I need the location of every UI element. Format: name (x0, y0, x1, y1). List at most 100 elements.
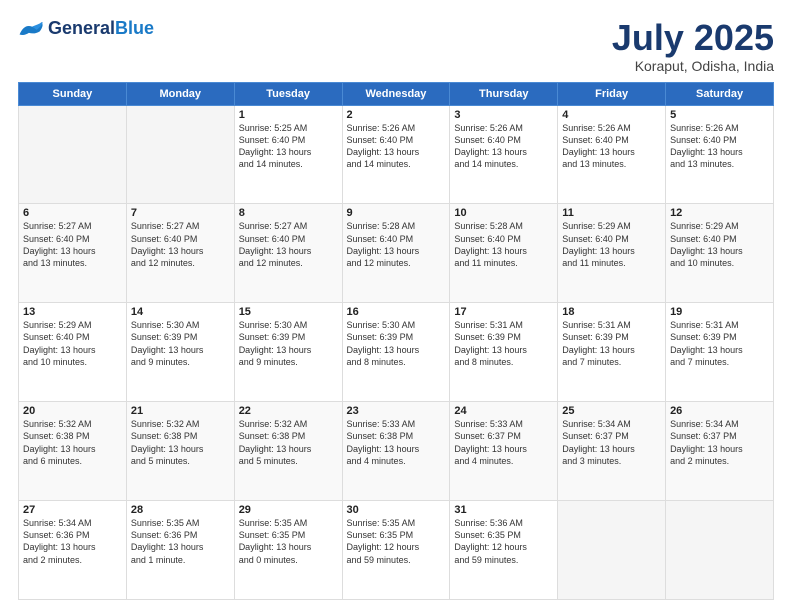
day-info: Sunrise: 5:25 AM Sunset: 6:40 PM Dayligh… (239, 122, 338, 171)
calendar-day-cell: 31Sunrise: 5:36 AM Sunset: 6:35 PM Dayli… (450, 501, 558, 600)
day-info: Sunrise: 5:28 AM Sunset: 6:40 PM Dayligh… (347, 220, 446, 269)
calendar-day-cell (666, 501, 774, 600)
day-info: Sunrise: 5:33 AM Sunset: 6:37 PM Dayligh… (454, 418, 553, 467)
day-number: 16 (347, 306, 446, 318)
calendar-week-row: 1Sunrise: 5:25 AM Sunset: 6:40 PM Daylig… (19, 105, 774, 204)
day-number: 1 (239, 109, 338, 121)
day-info: Sunrise: 5:34 AM Sunset: 6:37 PM Dayligh… (562, 418, 661, 467)
calendar-table: SundayMondayTuesdayWednesdayThursdayFrid… (18, 82, 774, 600)
calendar-day-cell (19, 105, 127, 204)
day-number: 6 (23, 207, 122, 219)
day-number: 12 (670, 207, 769, 219)
month-title: July 2025 (612, 18, 774, 58)
day-number: 3 (454, 109, 553, 121)
day-number: 10 (454, 207, 553, 219)
day-info: Sunrise: 5:26 AM Sunset: 6:40 PM Dayligh… (670, 122, 769, 171)
day-number: 2 (347, 109, 446, 121)
day-info: Sunrise: 5:30 AM Sunset: 6:39 PM Dayligh… (131, 319, 230, 368)
calendar-week-row: 27Sunrise: 5:34 AM Sunset: 6:36 PM Dayli… (19, 501, 774, 600)
calendar-day-cell: 14Sunrise: 5:30 AM Sunset: 6:39 PM Dayli… (126, 303, 234, 402)
day-number: 13 (23, 306, 122, 318)
calendar-header-row: SundayMondayTuesdayWednesdayThursdayFrid… (19, 82, 774, 105)
day-header-wednesday: Wednesday (342, 82, 450, 105)
calendar-week-row: 20Sunrise: 5:32 AM Sunset: 6:38 PM Dayli… (19, 402, 774, 501)
day-number: 17 (454, 306, 553, 318)
day-info: Sunrise: 5:27 AM Sunset: 6:40 PM Dayligh… (131, 220, 230, 269)
day-header-monday: Monday (126, 82, 234, 105)
calendar-week-row: 6Sunrise: 5:27 AM Sunset: 6:40 PM Daylig… (19, 204, 774, 303)
day-info: Sunrise: 5:35 AM Sunset: 6:35 PM Dayligh… (239, 517, 338, 566)
calendar-day-cell: 2Sunrise: 5:26 AM Sunset: 6:40 PM Daylig… (342, 105, 450, 204)
day-number: 29 (239, 504, 338, 516)
day-info: Sunrise: 5:33 AM Sunset: 6:38 PM Dayligh… (347, 418, 446, 467)
day-info: Sunrise: 5:29 AM Sunset: 6:40 PM Dayligh… (562, 220, 661, 269)
location: Koraput, Odisha, India (612, 58, 774, 74)
day-number: 8 (239, 207, 338, 219)
day-number: 25 (562, 405, 661, 417)
day-number: 28 (131, 504, 230, 516)
page: GeneralBlue July 2025 Koraput, Odisha, I… (0, 0, 792, 612)
calendar-day-cell: 26Sunrise: 5:34 AM Sunset: 6:37 PM Dayli… (666, 402, 774, 501)
header: GeneralBlue July 2025 Koraput, Odisha, I… (18, 18, 774, 74)
day-info: Sunrise: 5:32 AM Sunset: 6:38 PM Dayligh… (131, 418, 230, 467)
calendar-day-cell: 11Sunrise: 5:29 AM Sunset: 6:40 PM Dayli… (558, 204, 666, 303)
title-block: July 2025 Koraput, Odisha, India (612, 18, 774, 74)
calendar-day-cell: 27Sunrise: 5:34 AM Sunset: 6:36 PM Dayli… (19, 501, 127, 600)
calendar-day-cell: 15Sunrise: 5:30 AM Sunset: 6:39 PM Dayli… (234, 303, 342, 402)
calendar-day-cell: 4Sunrise: 5:26 AM Sunset: 6:40 PM Daylig… (558, 105, 666, 204)
day-info: Sunrise: 5:26 AM Sunset: 6:40 PM Dayligh… (454, 122, 553, 171)
day-number: 9 (347, 207, 446, 219)
day-info: Sunrise: 5:28 AM Sunset: 6:40 PM Dayligh… (454, 220, 553, 269)
calendar-day-cell: 10Sunrise: 5:28 AM Sunset: 6:40 PM Dayli… (450, 204, 558, 303)
calendar-day-cell: 7Sunrise: 5:27 AM Sunset: 6:40 PM Daylig… (126, 204, 234, 303)
day-number: 11 (562, 207, 661, 219)
day-info: Sunrise: 5:26 AM Sunset: 6:40 PM Dayligh… (347, 122, 446, 171)
day-info: Sunrise: 5:26 AM Sunset: 6:40 PM Dayligh… (562, 122, 661, 171)
calendar-day-cell: 22Sunrise: 5:32 AM Sunset: 6:38 PM Dayli… (234, 402, 342, 501)
logo-blue-text: Blue (115, 18, 154, 38)
day-info: Sunrise: 5:36 AM Sunset: 6:35 PM Dayligh… (454, 517, 553, 566)
logo-bird-icon (18, 20, 46, 38)
calendar-day-cell: 1Sunrise: 5:25 AM Sunset: 6:40 PM Daylig… (234, 105, 342, 204)
day-number: 19 (670, 306, 769, 318)
calendar-day-cell: 30Sunrise: 5:35 AM Sunset: 6:35 PM Dayli… (342, 501, 450, 600)
day-info: Sunrise: 5:35 AM Sunset: 6:35 PM Dayligh… (347, 517, 446, 566)
day-info: Sunrise: 5:30 AM Sunset: 6:39 PM Dayligh… (347, 319, 446, 368)
calendar-day-cell: 29Sunrise: 5:35 AM Sunset: 6:35 PM Dayli… (234, 501, 342, 600)
day-number: 31 (454, 504, 553, 516)
day-number: 4 (562, 109, 661, 121)
day-info: Sunrise: 5:31 AM Sunset: 6:39 PM Dayligh… (454, 319, 553, 368)
calendar-day-cell: 23Sunrise: 5:33 AM Sunset: 6:38 PM Dayli… (342, 402, 450, 501)
calendar-day-cell: 13Sunrise: 5:29 AM Sunset: 6:40 PM Dayli… (19, 303, 127, 402)
day-info: Sunrise: 5:27 AM Sunset: 6:40 PM Dayligh… (23, 220, 122, 269)
calendar-week-row: 13Sunrise: 5:29 AM Sunset: 6:40 PM Dayli… (19, 303, 774, 402)
day-number: 15 (239, 306, 338, 318)
day-number: 24 (454, 405, 553, 417)
day-info: Sunrise: 5:31 AM Sunset: 6:39 PM Dayligh… (670, 319, 769, 368)
calendar-day-cell: 24Sunrise: 5:33 AM Sunset: 6:37 PM Dayli… (450, 402, 558, 501)
day-header-saturday: Saturday (666, 82, 774, 105)
calendar-day-cell: 3Sunrise: 5:26 AM Sunset: 6:40 PM Daylig… (450, 105, 558, 204)
day-info: Sunrise: 5:32 AM Sunset: 6:38 PM Dayligh… (23, 418, 122, 467)
calendar-day-cell: 19Sunrise: 5:31 AM Sunset: 6:39 PM Dayli… (666, 303, 774, 402)
day-number: 18 (562, 306, 661, 318)
day-number: 30 (347, 504, 446, 516)
day-info: Sunrise: 5:32 AM Sunset: 6:38 PM Dayligh… (239, 418, 338, 467)
day-number: 27 (23, 504, 122, 516)
calendar-day-cell: 6Sunrise: 5:27 AM Sunset: 6:40 PM Daylig… (19, 204, 127, 303)
day-info: Sunrise: 5:34 AM Sunset: 6:36 PM Dayligh… (23, 517, 122, 566)
calendar-day-cell: 5Sunrise: 5:26 AM Sunset: 6:40 PM Daylig… (666, 105, 774, 204)
calendar-day-cell: 12Sunrise: 5:29 AM Sunset: 6:40 PM Dayli… (666, 204, 774, 303)
day-info: Sunrise: 5:31 AM Sunset: 6:39 PM Dayligh… (562, 319, 661, 368)
calendar-day-cell: 21Sunrise: 5:32 AM Sunset: 6:38 PM Dayli… (126, 402, 234, 501)
calendar-day-cell (558, 501, 666, 600)
calendar-day-cell: 8Sunrise: 5:27 AM Sunset: 6:40 PM Daylig… (234, 204, 342, 303)
calendar-day-cell: 28Sunrise: 5:35 AM Sunset: 6:36 PM Dayli… (126, 501, 234, 600)
day-number: 26 (670, 405, 769, 417)
day-number: 21 (131, 405, 230, 417)
day-info: Sunrise: 5:34 AM Sunset: 6:37 PM Dayligh… (670, 418, 769, 467)
calendar-day-cell: 25Sunrise: 5:34 AM Sunset: 6:37 PM Dayli… (558, 402, 666, 501)
day-info: Sunrise: 5:27 AM Sunset: 6:40 PM Dayligh… (239, 220, 338, 269)
day-number: 22 (239, 405, 338, 417)
day-info: Sunrise: 5:35 AM Sunset: 6:36 PM Dayligh… (131, 517, 230, 566)
